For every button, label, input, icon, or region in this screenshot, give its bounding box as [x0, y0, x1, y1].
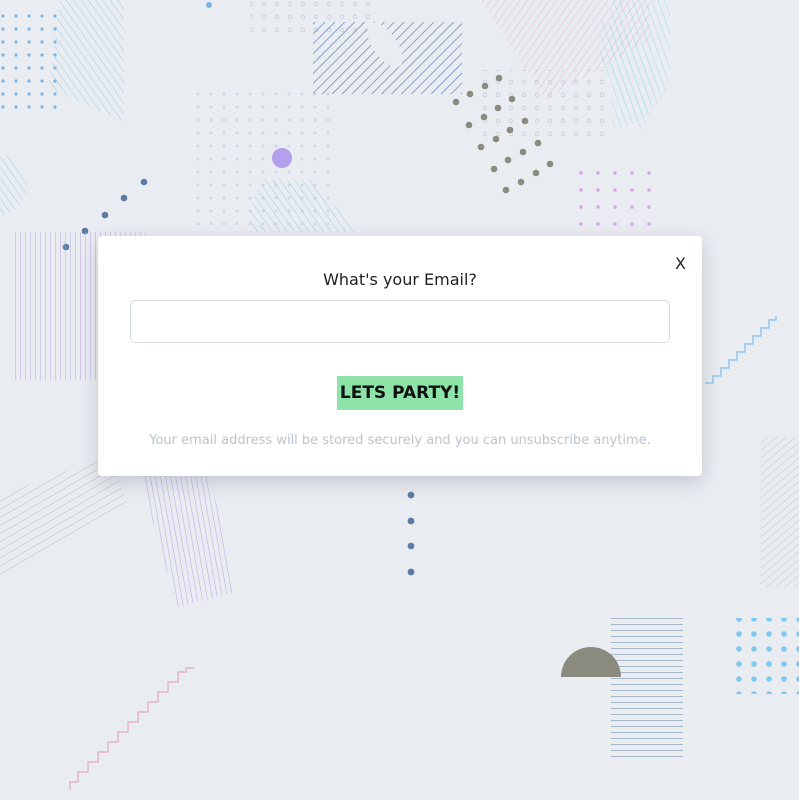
email-signup-modal: X What's your Email? LETS PARTY! Your em…: [98, 236, 702, 476]
email-input[interactable]: [130, 300, 670, 343]
lets-party-button[interactable]: LETS PARTY!: [337, 376, 463, 410]
modal-title: What's your Email?: [323, 270, 477, 289]
privacy-disclaimer: Your email address will be stored secure…: [149, 433, 651, 448]
